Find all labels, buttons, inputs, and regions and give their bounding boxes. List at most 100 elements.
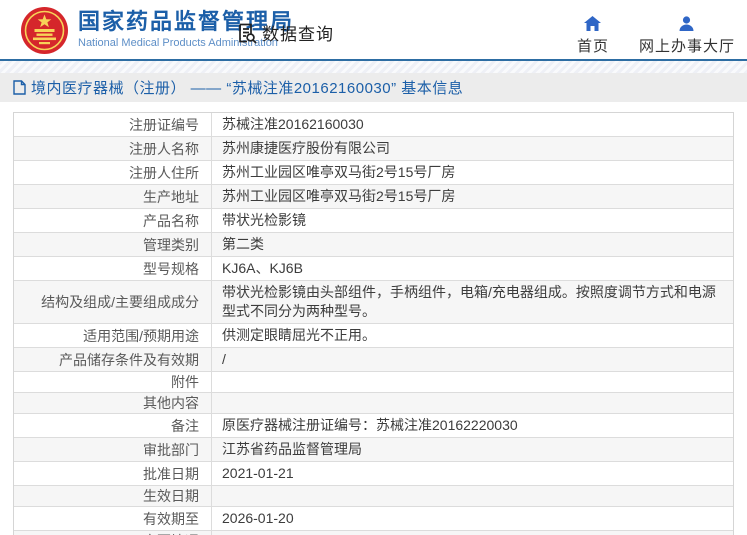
row-value: 苏州康捷医疗股份有限公司 [212, 137, 733, 160]
row-value [212, 486, 733, 506]
row-label-text: 有效期至 [143, 510, 199, 527]
row-label-text: 型号规格 [143, 260, 199, 277]
row-value [212, 531, 733, 535]
row-value [212, 393, 733, 413]
row-value-text: 带状光检影镜 [222, 212, 306, 228]
row-label: 管理类别 [14, 233, 212, 256]
row-value: / [212, 348, 733, 371]
row-value-text: KJ6A、KJ6B [222, 260, 303, 276]
row-value: 2021-01-21 [212, 462, 733, 485]
row-value-text: 第二类 [222, 236, 264, 252]
row-label: 结构及组成/主要组成成分 [14, 281, 212, 323]
row-value: 苏州工业园区唯亭双马街2号15号厂房 [212, 161, 733, 184]
nav-item-home[interactable]: 首页 [577, 16, 609, 56]
main-content: 注册证编号 苏械注准20162160030 注册人名称 苏州康捷医疗股份有限公司 注册人… [0, 102, 747, 535]
row-value: 第二类 [212, 233, 733, 256]
row-value: 供测定眼睛屈光不正用。 [212, 324, 733, 347]
row-label: 型号规格 [14, 257, 212, 280]
row-label: 备注 [14, 414, 212, 437]
table-row: 有效期至 2026-01-20 [14, 506, 733, 530]
row-label: 产品储存条件及有效期 [14, 348, 212, 371]
row-value: 2026-01-20 [212, 507, 733, 530]
row-value: KJ6A、KJ6B [212, 257, 733, 280]
row-label: 审批部门 [14, 438, 212, 461]
row-label: 附件 [14, 372, 212, 392]
row-label-text: 产品名称 [143, 212, 199, 229]
table-row: 其他内容 [14, 392, 733, 413]
table-row: 适用范围/预期用途 供测定眼睛屈光不正用。 [14, 323, 733, 347]
table-row: 注册人名称 苏州康捷医疗股份有限公司 [14, 136, 733, 160]
row-label: 注册人住所 [14, 161, 212, 184]
nav-item-label: 首页 [576, 38, 609, 55]
table-row: 备注 原医疗器械注册证编号：苏械注准20162220030 [14, 413, 733, 437]
table-row: 生效日期 [14, 485, 733, 506]
table-row: 产品名称 带状光检影镜 [14, 208, 733, 232]
row-label: 其他内容 [14, 393, 212, 413]
row-value-text: 苏州康捷医疗股份有限公司 [222, 140, 390, 156]
row-value: 带状光检影镜由头部组件，手柄组件，电箱/充电器组成。按照度调节方式和电源型式不同… [212, 281, 733, 323]
table-row: 型号规格 KJ6A、KJ6B [14, 256, 733, 280]
row-label-text: 审批部门 [143, 441, 199, 458]
row-label-text: 注册证编号 [129, 116, 199, 133]
row-label: 注册证编号 [14, 113, 212, 136]
nav-item-label: 网上办事大厅 [638, 38, 735, 55]
national-emblem-logo [20, 6, 69, 55]
table-row: 附件 [14, 371, 733, 392]
table-row: 批准日期 2021-01-21 [14, 461, 733, 485]
row-label-text: 其他内容 [143, 395, 199, 411]
table-row: 审批部门 江苏省药品监督管理局 [14, 437, 733, 461]
row-label-text: 注册人名称 [129, 140, 199, 157]
row-label: 注册人名称 [14, 137, 212, 160]
top-nav: 首页 网上办事大厅 [577, 16, 735, 56]
document-search-icon [236, 22, 258, 44]
row-label-text: 备注 [171, 417, 199, 434]
row-label: 有效期至 [14, 507, 212, 530]
page-icon [13, 80, 26, 95]
row-label: 生效日期 [14, 486, 212, 506]
row-label-text: 注册人住所 [129, 164, 199, 181]
row-value-text: 苏州工业园区唯亭双马街2号15号厂房 [222, 188, 456, 204]
registration-info-table: 注册证编号 苏械注准20162160030 注册人名称 苏州康捷医疗股份有限公司 注册人… [13, 112, 734, 535]
row-value-text: 原医疗器械注册证编号：苏械注准20162220030 [222, 417, 518, 433]
row-value-text: 带状光检影镜由头部组件，手柄组件，电箱/充电器组成。按照度调节方式和电源型式不同… [222, 284, 716, 319]
row-label-text: 适用范围/预期用途 [83, 327, 199, 344]
table-row: 注册证编号 苏械注准20162160030 [14, 113, 733, 136]
home-icon [584, 16, 602, 31]
table-row: 管理类别 第二类 [14, 232, 733, 256]
row-value: 原医疗器械注册证编号：苏械注准20162220030 [212, 414, 733, 437]
row-label-text: 结构及组成/主要组成成分 [41, 294, 199, 310]
row-value-text: 苏州工业园区唯亭双马街2号15号厂房 [222, 164, 456, 180]
table-row: 结构及组成/主要组成成分 带状光检影镜由头部组件，手柄组件，电箱/充电器组成。按照… [14, 280, 733, 323]
data-query-label: 数据查询 [262, 25, 334, 44]
row-label-text: 管理类别 [143, 236, 199, 253]
decorative-stripe-band [0, 61, 747, 73]
page-title-bar: 境内医疗器械（注册） —— “苏械注准20162160030” 基本信息 [0, 73, 747, 102]
row-value-text: 江苏省药品监督管理局 [222, 441, 362, 457]
nav-item-service-hall[interactable]: 网上办事大厅 [639, 16, 735, 56]
user-icon [679, 16, 694, 31]
row-label-text: 批准日期 [143, 465, 199, 482]
table-row: 注册人住所 苏州工业园区唯亭双马街2号15号厂房 [14, 160, 733, 184]
row-value: 苏州工业园区唯亭双马街2号15号厂房 [212, 185, 733, 208]
table-row: 产品储存条件及有效期 / [14, 347, 733, 371]
row-value [212, 372, 733, 392]
row-label-text: 生产地址 [143, 188, 199, 205]
row-label: 生产地址 [14, 185, 212, 208]
row-label-text: 生效日期 [143, 488, 199, 504]
row-value-text: 供测定眼睛屈光不正用。 [222, 327, 376, 343]
row-value-text: 2026-01-20 [222, 510, 294, 526]
table-row: 变更情况 [14, 530, 733, 535]
row-value: 带状光检影镜 [212, 209, 733, 232]
row-label: 批准日期 [14, 462, 212, 485]
row-value: 江苏省药品监督管理局 [212, 438, 733, 461]
row-value-text: 2021-01-21 [222, 465, 294, 481]
row-label: 产品名称 [14, 209, 212, 232]
data-query-section[interactable]: 数据查询 [236, 20, 334, 45]
table-row: 生产地址 苏州工业园区唯亭双马街2号15号厂房 [14, 184, 733, 208]
row-label-text: 附件 [171, 374, 199, 390]
site-header: 国家药品监督管理局 National Medical Products Admi… [0, 0, 747, 61]
page-title: 境内医疗器械（注册） —— “苏械注准20162160030” 基本信息 [31, 80, 464, 97]
row-label-text: 产品储存条件及有效期 [59, 351, 199, 368]
row-value: 苏械注准20162160030 [212, 113, 733, 136]
row-label: 适用范围/预期用途 [14, 324, 212, 347]
